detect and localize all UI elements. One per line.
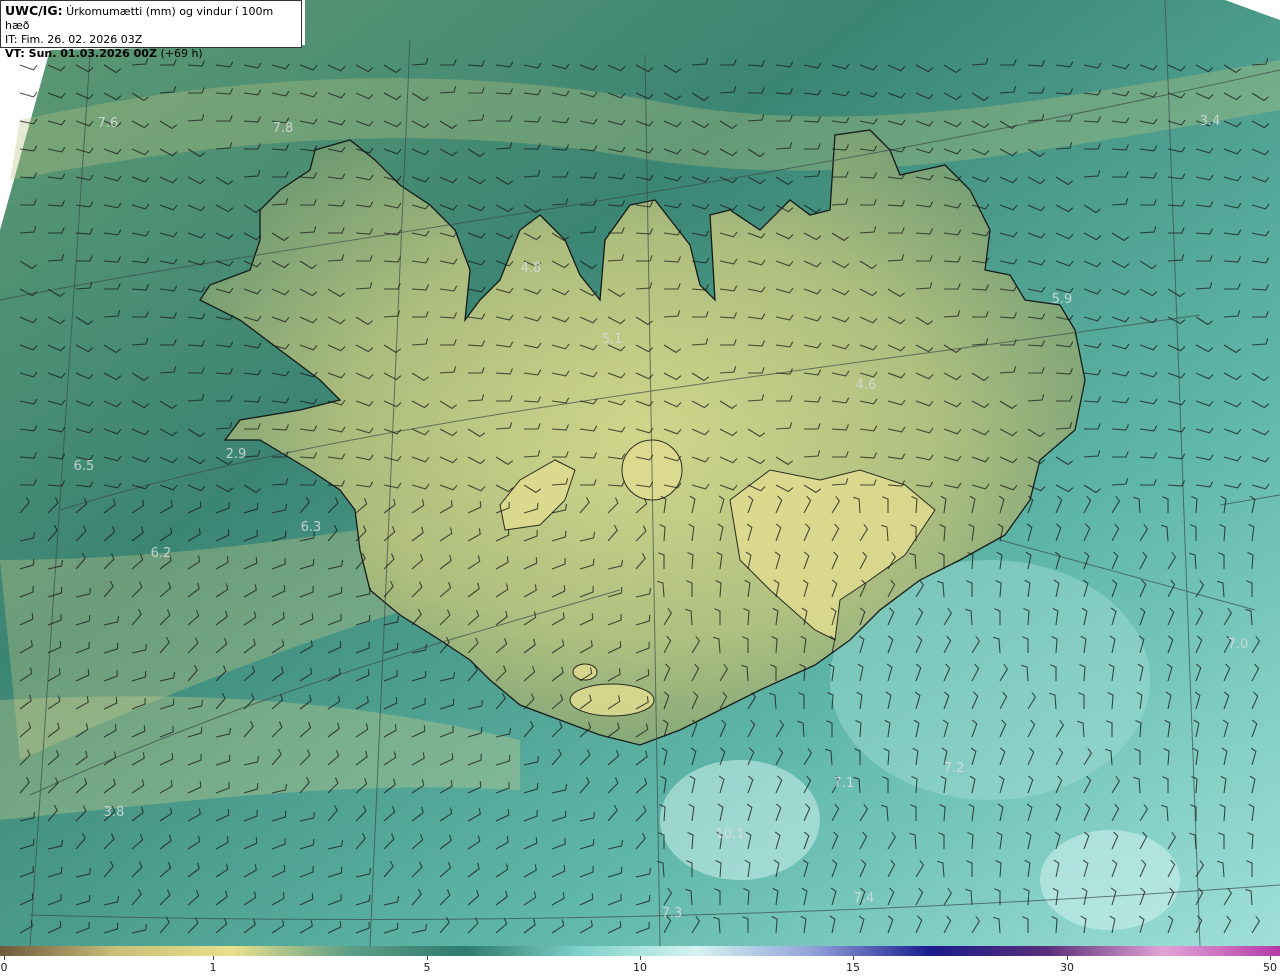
precip-colorbar xyxy=(0,946,1280,956)
colorbar-tick-label: 50 xyxy=(1263,961,1277,974)
colorbar-tick-label: 15 xyxy=(846,961,860,974)
precip-value-label: 7.4 xyxy=(854,891,875,906)
precip-value-label: 5.9 xyxy=(1052,292,1073,307)
colorbar-ticks: 0 1 5 10 15 30 50 xyxy=(0,956,1280,978)
colorbar-tickmark xyxy=(1270,956,1271,960)
colorbar-tick-label: 5 xyxy=(423,961,431,974)
colorbar-tickmark xyxy=(427,956,428,960)
precip-value-label: 7.0 xyxy=(1228,637,1249,652)
weather-map: 7.6 7.8 3.4 4.8 5.9 5.1 4.6 6.5 2.9 6.3 6.2 7.0 7.2 7… xyxy=(0,0,1280,946)
model-tag: UWC/IG: xyxy=(5,3,63,18)
precip-value-label: 6.5 xyxy=(74,459,95,474)
precip-value-label: 4.6 xyxy=(856,378,877,393)
precip-value-label: 7.2 xyxy=(944,761,965,776)
precip-value-label: 4.8 xyxy=(521,261,542,276)
precip-value-label: 6.2 xyxy=(151,546,172,561)
lead-time: (+69 h) xyxy=(160,47,203,60)
precip-value-label: 7.6 xyxy=(98,116,119,131)
precip-value-label: 2.9 xyxy=(226,447,247,462)
precip-value-label: 5.1 xyxy=(602,332,623,347)
colorbar-tick-label: 30 xyxy=(1060,961,1074,974)
map-header: UWC/IG: Úrkomumætti (mm) og vindur í 100… xyxy=(0,0,302,60)
initial-time: IT: Fim. 26. 02. 2026 03Z xyxy=(5,33,143,46)
colorbar-tick-label: 0 xyxy=(0,961,8,974)
precip-value-label: 7.3 xyxy=(662,906,683,921)
colorbar-tickmark xyxy=(640,956,641,960)
colorbar-tickmark xyxy=(213,956,214,960)
colorbar-tickmark xyxy=(853,956,854,960)
valid-time: VT: Sun. 01.03.2026 00Z xyxy=(5,47,157,60)
colorbar-tick-label: 1 xyxy=(209,961,217,974)
precip-value-label: 7.8 xyxy=(273,121,294,136)
precip-value-label: 6.3 xyxy=(301,520,322,535)
colorbar-tickmark xyxy=(1067,956,1068,960)
precip-value-label: 3.8 xyxy=(104,805,125,820)
colorbar-tick-label: 10 xyxy=(633,961,647,974)
precip-value-label: 10.1 xyxy=(716,827,745,842)
colorbar-tickmark xyxy=(4,956,5,960)
precip-value-label: 7.1 xyxy=(834,776,855,791)
precip-value-label: 3.4 xyxy=(1200,114,1221,129)
